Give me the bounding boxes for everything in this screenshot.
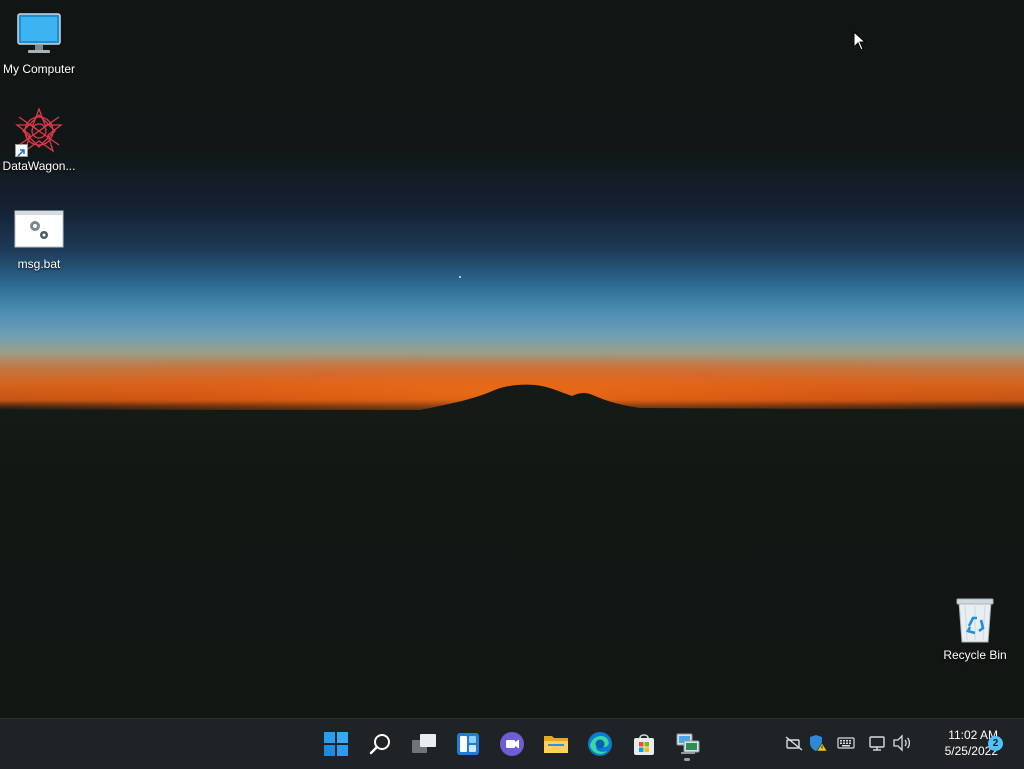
star bbox=[459, 276, 461, 278]
search-icon bbox=[369, 734, 390, 755]
windows-start-icon bbox=[324, 732, 348, 756]
shortcut-arrow-icon bbox=[15, 144, 28, 157]
task-view-button[interactable] bbox=[406, 726, 442, 762]
edge-browser-icon bbox=[588, 732, 612, 756]
running-indicator bbox=[684, 758, 690, 761]
edge-browser-button[interactable] bbox=[582, 726, 618, 762]
datawagon-app-icon bbox=[13, 105, 65, 157]
desktop-icon-datawagon[interactable]: DataWagon... bbox=[0, 105, 78, 173]
keyboard-icon[interactable] bbox=[836, 733, 856, 753]
clock-time: 11:02 AM bbox=[948, 728, 998, 742]
task-view-icon bbox=[412, 734, 436, 753]
desktop-wallpaper[interactable] bbox=[0, 0, 1024, 718]
desktop-icon-label: My Computer bbox=[2, 62, 76, 76]
mouse-cursor-icon bbox=[853, 30, 867, 56]
taskbar-clock[interactable]: 11:02 AM 5/25/2022 bbox=[918, 727, 998, 759]
desktop-icon-recycle-bin[interactable]: Recycle Bin bbox=[936, 594, 1014, 662]
file-explorer-button[interactable] bbox=[538, 726, 574, 762]
desktop-icon-my-computer[interactable]: My Computer bbox=[0, 8, 78, 76]
network-app-button[interactable] bbox=[670, 726, 706, 762]
store-button[interactable] bbox=[626, 726, 662, 762]
widgets-button[interactable] bbox=[450, 726, 486, 762]
recycle-bin-icon bbox=[949, 594, 1001, 646]
teams-chat-icon bbox=[500, 732, 524, 756]
store-bag-icon bbox=[634, 734, 654, 755]
notification-badge[interactable]: 2 bbox=[988, 736, 1003, 751]
network-disconnected-icon[interactable] bbox=[784, 733, 804, 753]
start-button[interactable] bbox=[318, 726, 354, 762]
network-computer-icon bbox=[676, 733, 700, 754]
widgets-icon bbox=[457, 733, 479, 755]
volume-icon[interactable] bbox=[892, 733, 912, 753]
desktop-icon-label: DataWagon... bbox=[2, 159, 76, 173]
clock-date: 5/25/2022 bbox=[944, 744, 998, 758]
monitor-icon bbox=[13, 8, 65, 60]
desktop-icon-label: msg.bat bbox=[17, 257, 61, 271]
batch-file-icon bbox=[13, 203, 65, 255]
search-button[interactable] bbox=[362, 726, 398, 762]
chat-button[interactable] bbox=[494, 726, 530, 762]
desktop-icon-msg-bat[interactable]: msg.bat bbox=[0, 203, 78, 271]
desktop-icon-label: Recycle Bin bbox=[943, 648, 1007, 662]
mountain-silhouette bbox=[0, 384, 1024, 420]
security-warning-icon[interactable] bbox=[808, 733, 828, 753]
display-network-icon[interactable] bbox=[867, 733, 887, 753]
folder-icon bbox=[544, 736, 568, 753]
